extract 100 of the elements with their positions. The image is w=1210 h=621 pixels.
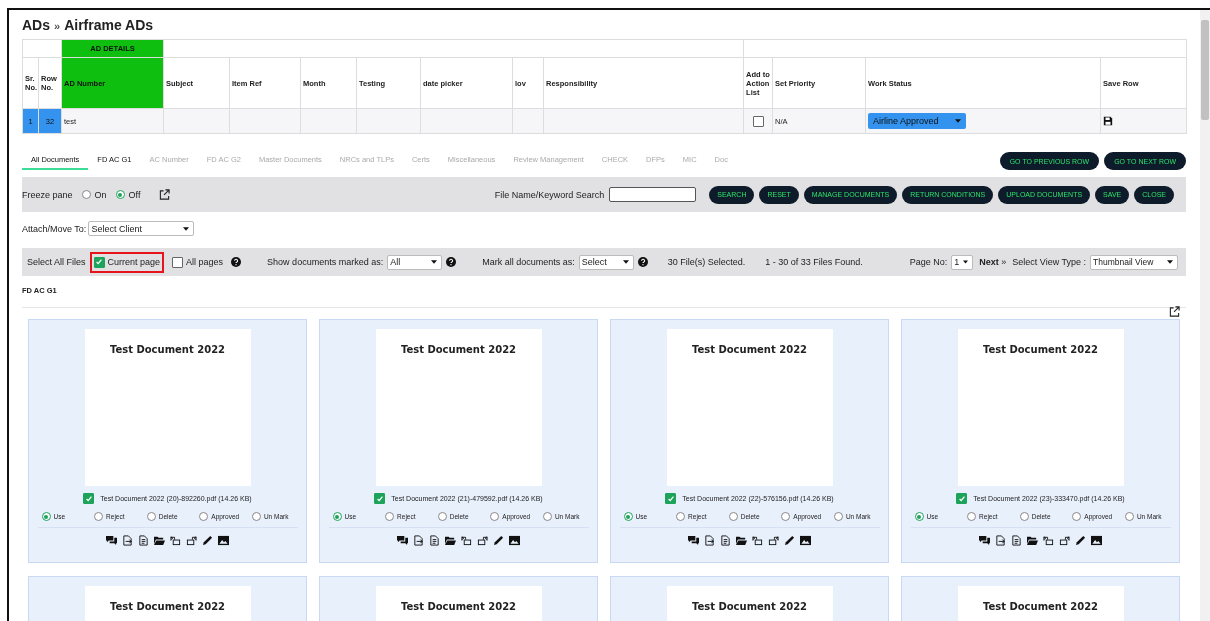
preview-title: Test Document 2022: [400, 344, 517, 357]
checkbox[interactable]: [172, 256, 184, 268]
rotate-left-icon[interactable]: [461, 535, 472, 546]
save-icon[interactable]: [1103, 116, 1114, 126]
radio-button[interactable]: [781, 512, 791, 521]
preview-title: Test Document 2022: [691, 601, 808, 614]
radio-button[interactable]: [332, 512, 342, 521]
radio-button[interactable]: [41, 512, 51, 521]
document-preview[interactable]: Test Document 2022: [375, 586, 542, 621]
file-export-icon[interactable]: [122, 535, 133, 546]
radio-button[interactable]: [914, 512, 924, 521]
checkbox[interactable]: [93, 256, 105, 268]
image-icon[interactable]: [218, 535, 229, 546]
rotate-left-icon[interactable]: [170, 535, 181, 546]
page-select[interactable]: 1: [951, 254, 974, 270]
preview-title: Test Document 2022: [109, 344, 226, 357]
checkbox[interactable]: [665, 493, 677, 504]
checkbox[interactable]: [752, 115, 764, 127]
rotate-right-icon[interactable]: [186, 535, 197, 546]
radio-button[interactable]: [967, 512, 977, 521]
radio-button[interactable]: [1124, 512, 1134, 521]
document-preview[interactable]: Test Document 2022: [375, 329, 542, 486]
file-export-icon[interactable]: [995, 535, 1006, 546]
freeze-pane-label: Freeze pane: [22, 189, 73, 200]
image-icon[interactable]: [800, 535, 811, 546]
popout-icon[interactable]: [159, 189, 171, 200]
rotate-left-icon[interactable]: [752, 535, 763, 546]
checkbox-label: All pages: [186, 257, 224, 267]
file-import-icon[interactable]: [1011, 535, 1022, 546]
help-icon[interactable]: [446, 257, 457, 267]
document-preview[interactable]: Test Document 2022: [666, 329, 833, 486]
caret-icon: [1167, 260, 1173, 264]
pencil-icon[interactable]: [1075, 535, 1086, 546]
radio-button[interactable]: [728, 512, 738, 521]
file-export-icon[interactable]: [704, 535, 715, 546]
document-preview[interactable]: Test Document 2022: [84, 586, 251, 621]
radio-button[interactable]: [146, 512, 156, 521]
help-icon[interactable]: [231, 257, 242, 267]
rotate-right-icon[interactable]: [768, 535, 779, 546]
folder-open-icon[interactable]: [736, 535, 747, 546]
rotate-right-icon[interactable]: [477, 535, 488, 546]
popout-icon[interactable]: [1169, 306, 1180, 317]
radio-button[interactable]: [81, 190, 91, 199]
rotate-left-icon[interactable]: [1043, 535, 1054, 546]
radio-button[interactable]: [490, 512, 500, 521]
checkbox-label: Current page: [107, 257, 161, 267]
folder-open-icon[interactable]: [445, 535, 456, 546]
document-preview[interactable]: Test Document 2022: [957, 586, 1124, 621]
radio-button[interactable]: [623, 512, 633, 521]
rotate-right-icon[interactable]: [1059, 535, 1070, 546]
radio-button[interactable]: [199, 512, 209, 521]
pencil-icon[interactable]: [202, 535, 213, 546]
radio-button[interactable]: [542, 512, 552, 521]
radio-button[interactable]: [437, 512, 447, 521]
radio-button[interactable]: [1019, 512, 1029, 521]
radio-button[interactable]: [94, 512, 104, 521]
marked-select[interactable]: All: [387, 254, 443, 270]
work-status-select[interactable]: Airline Approved: [868, 113, 967, 129]
files-found: 1 - 30 of 33 Files Found.: [765, 257, 863, 267]
radio-button[interactable]: [115, 190, 125, 199]
comments-icon[interactable]: [688, 535, 699, 546]
comments-icon[interactable]: [106, 535, 117, 546]
mark-select[interactable]: Select: [578, 254, 634, 270]
file-import-icon[interactable]: [138, 535, 149, 546]
document-preview[interactable]: Test Document 2022: [84, 329, 251, 486]
radio-label: Off: [128, 189, 141, 200]
radio-button[interactable]: [385, 512, 395, 521]
radio-button[interactable]: [1072, 512, 1082, 521]
radio-button[interactable]: [251, 512, 261, 521]
checkbox[interactable]: [374, 493, 386, 504]
file-export-icon[interactable]: [413, 535, 424, 546]
next-link[interactable]: Next »: [979, 257, 1007, 267]
search-label: File Name/Keyword Search: [494, 189, 605, 200]
radio-label: On: [94, 189, 107, 200]
preview-title: Test Document 2022: [400, 601, 517, 614]
comments-icon[interactable]: [979, 535, 990, 546]
pencil-icon[interactable]: [784, 535, 795, 546]
file-import-icon[interactable]: [720, 535, 731, 546]
view-type-select[interactable]: Thumbnail View: [1090, 254, 1178, 270]
breadcrumb-link[interactable]: ADs: [22, 17, 50, 33]
checkbox[interactable]: [956, 493, 968, 504]
scrollbar[interactable]: [1200, 10, 1210, 621]
image-icon[interactable]: [509, 535, 520, 546]
caret-icon: [431, 260, 438, 264]
attach-label: Attach/Move To:: [22, 223, 87, 234]
radio-button[interactable]: [676, 512, 686, 521]
comments-icon[interactable]: [397, 535, 408, 546]
folder-open-icon[interactable]: [1027, 535, 1038, 546]
folder-open-icon[interactable]: [154, 535, 165, 546]
pencil-icon[interactable]: [493, 535, 504, 546]
search-field[interactable]: [609, 187, 697, 202]
file-import-icon[interactable]: [429, 535, 440, 546]
image-icon[interactable]: [1091, 535, 1102, 546]
document-preview[interactable]: Test Document 2022: [666, 586, 833, 621]
checkbox[interactable]: [83, 493, 95, 504]
radio-button[interactable]: [833, 512, 843, 521]
client-select[interactable]: Select Client: [88, 221, 195, 236]
caret-icon: [963, 260, 969, 264]
help-icon[interactable]: [637, 257, 648, 267]
document-preview[interactable]: Test Document 2022: [957, 329, 1124, 486]
